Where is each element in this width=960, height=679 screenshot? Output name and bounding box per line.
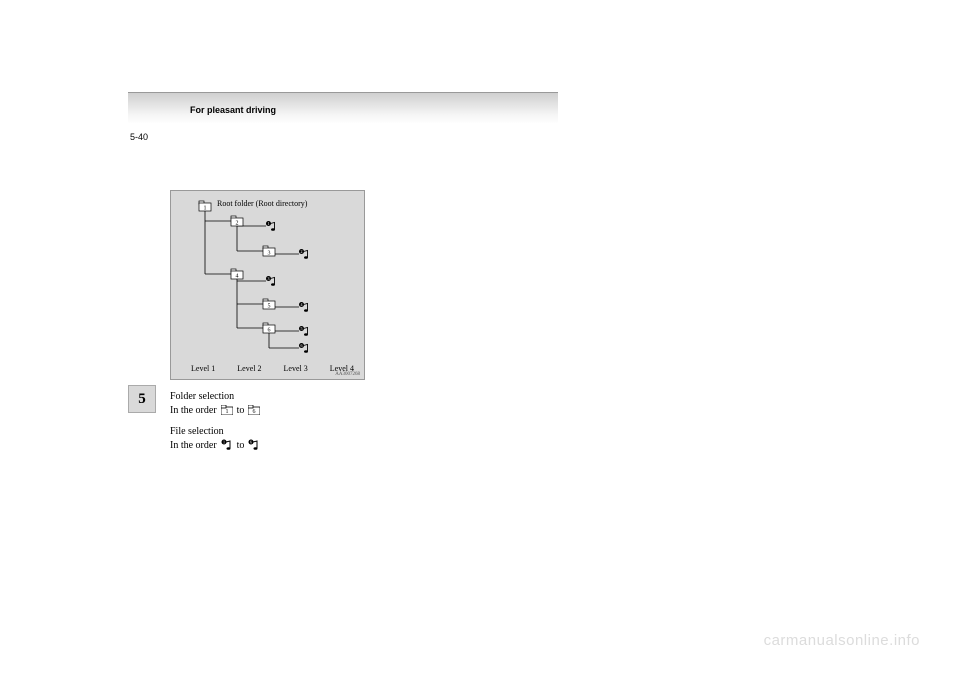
folder-icon: 1 — [199, 201, 211, 212]
section-tab: 5 — [128, 385, 156, 413]
watermark: carmanualsonline.info — [764, 632, 920, 649]
music-note-icon: 5 — [299, 326, 308, 336]
diagram-svg: 1 2 3 4 5 6 1 2 3 4 5 6 — [171, 191, 366, 381]
svg-text:1: 1 — [204, 206, 207, 212]
label-text: In the order — [170, 439, 217, 453]
level-label: Level 1 — [191, 364, 215, 373]
music-note-icon: 4 — [299, 302, 308, 312]
folder-icon: 6 — [263, 323, 275, 334]
music-note-icon: 6 — [299, 343, 308, 353]
header-label: For pleasant driving — [190, 105, 276, 115]
svg-text:1: 1 — [268, 221, 270, 226]
svg-text:5: 5 — [301, 326, 303, 331]
label-text: In the order — [170, 404, 217, 418]
svg-text:6: 6 — [268, 328, 271, 334]
label-text: to — [237, 439, 245, 453]
music-note-icon: 3 — [266, 276, 275, 286]
header-bar: For pleasant driving — [128, 92, 558, 124]
music-note-icon: 2 — [299, 249, 308, 259]
svg-text:6: 6 — [301, 343, 303, 348]
folder-icon: 4 — [231, 269, 243, 280]
level-label: Level 3 — [284, 364, 308, 373]
diagram-image-id: AA3007268 — [335, 372, 360, 377]
folder-icon: 3 — [263, 246, 275, 257]
label-text: to — [237, 404, 245, 418]
label-text: File selection — [170, 426, 224, 437]
body-text: Folder selection In the order 1 to 6 Fil… — [170, 390, 370, 458]
file-selection-heading: File selection — [170, 425, 370, 439]
svg-text:6: 6 — [253, 409, 256, 415]
page-number: 5-40 — [130, 132, 148, 142]
label-text: Folder selection — [170, 391, 234, 402]
svg-text:3: 3 — [268, 251, 271, 257]
folder-icon: 5 — [263, 299, 275, 310]
music-note-icon: 6 — [248, 439, 260, 451]
svg-text:5: 5 — [268, 304, 271, 310]
svg-text:1: 1 — [223, 440, 225, 445]
level-labels: Level 1 Level 2 Level 3 Level 4 — [191, 364, 354, 373]
folder-icon: 6 — [248, 405, 260, 415]
svg-text:3: 3 — [268, 276, 270, 281]
folder-icon: 2 — [231, 216, 243, 227]
music-note-icon: 1 — [221, 439, 233, 451]
svg-text:1: 1 — [225, 409, 228, 415]
manual-page: For pleasant driving 5-40 5 1 2 3 4 5 6 1 2 3 4 5… — [0, 0, 960, 679]
folder-selection-heading: Folder selection — [170, 390, 370, 404]
level-label: Level 2 — [237, 364, 261, 373]
svg-text:4: 4 — [236, 274, 239, 280]
svg-text:2: 2 — [236, 221, 239, 227]
folder-tree-diagram: 1 2 3 4 5 6 1 2 3 4 5 6 Root folder (Root director… — [170, 190, 365, 380]
svg-text:2: 2 — [301, 249, 303, 254]
music-note-icon: 1 — [266, 221, 275, 231]
file-order-row: In the order 1 to 6 — [170, 439, 370, 453]
svg-text:6: 6 — [250, 440, 252, 445]
root-folder-label: Root folder (Root directory) — [217, 199, 307, 208]
folder-icon: 1 — [221, 405, 233, 415]
folder-order-row: In the order 1 to 6 — [170, 404, 370, 418]
svg-text:4: 4 — [301, 302, 303, 307]
